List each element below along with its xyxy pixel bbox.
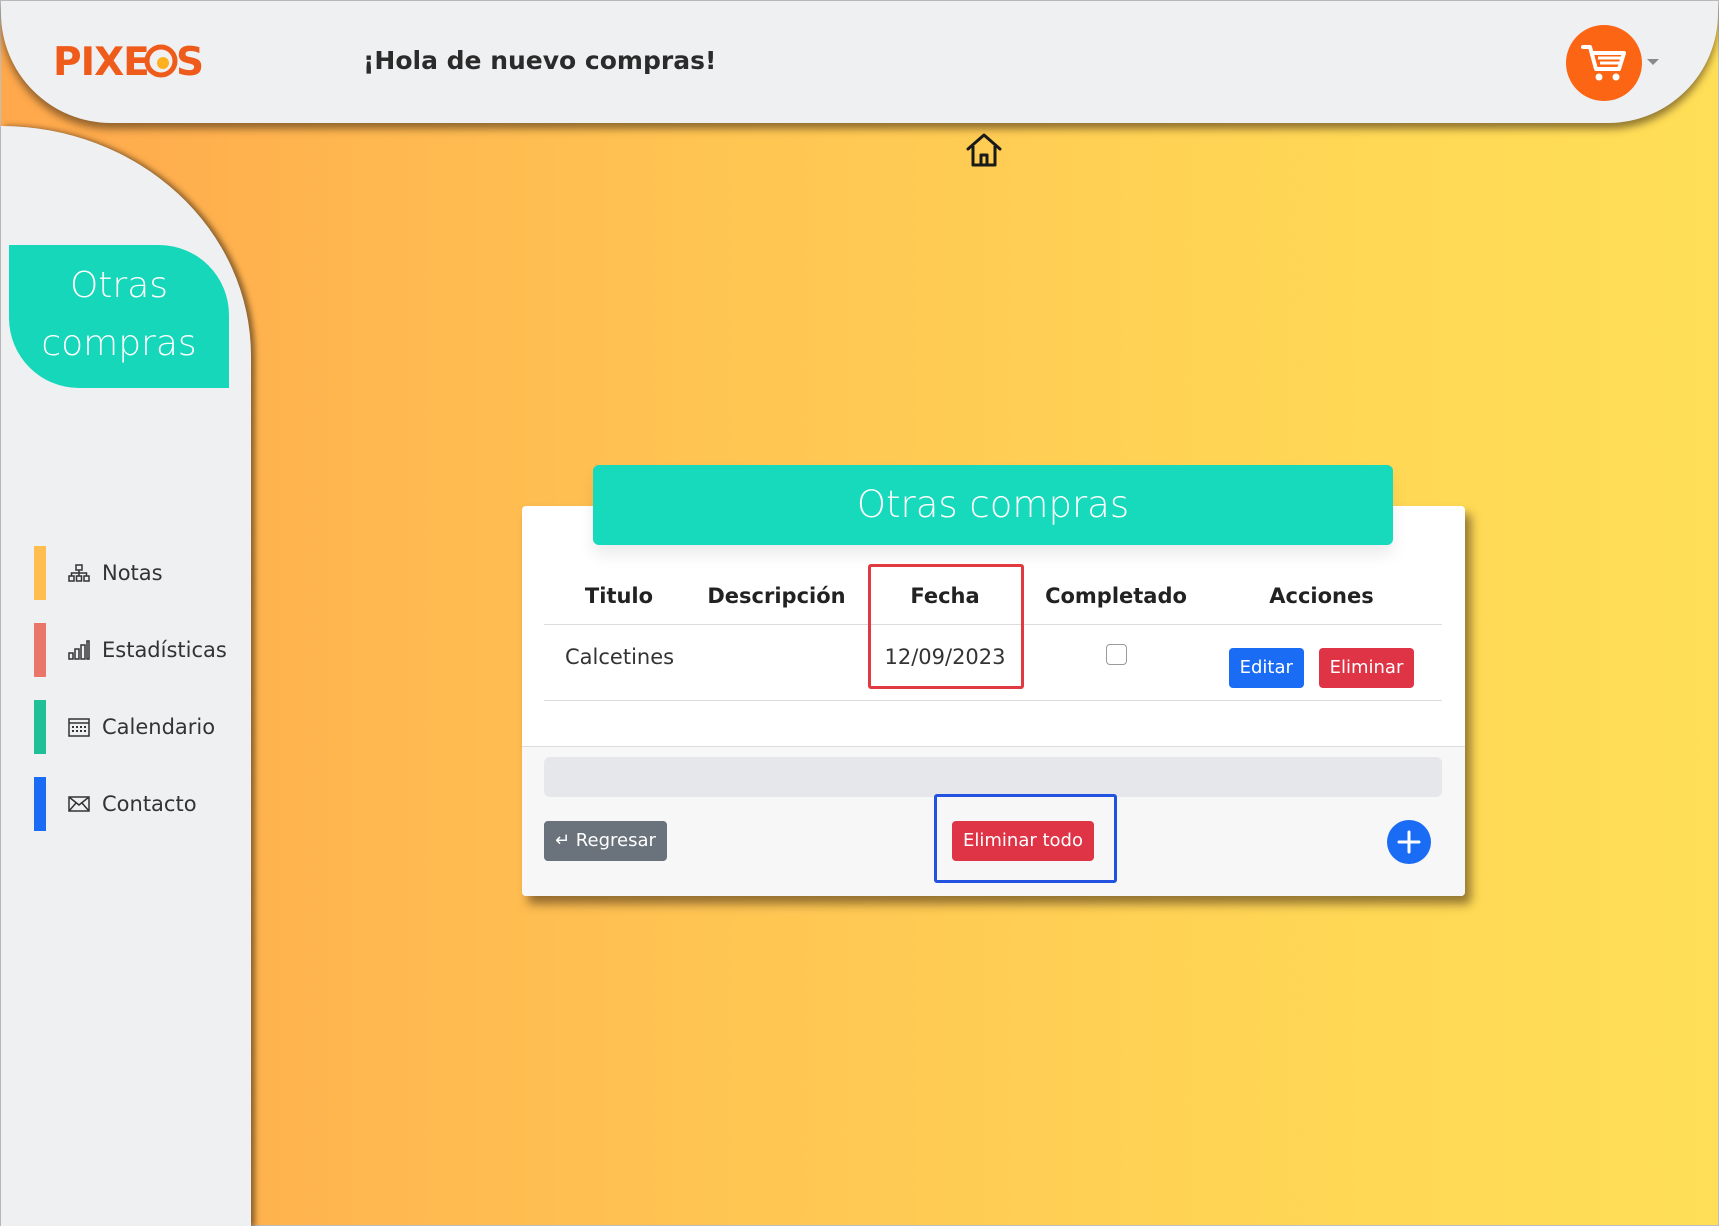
sidebar-title: Otras compras bbox=[9, 245, 229, 388]
completed-checkbox[interactable] bbox=[1105, 644, 1127, 665]
cell-acciones: Editar Eliminar bbox=[1201, 624, 1442, 701]
cell-titulo: Calcetines bbox=[544, 624, 694, 701]
nav-color-bar bbox=[34, 700, 46, 754]
top-header: PIXE S ¡Hola de nuevo compras! bbox=[1, 1, 1718, 123]
cart-icon bbox=[1581, 45, 1626, 81]
calendar-icon bbox=[68, 716, 90, 738]
nav-color-bar bbox=[34, 777, 46, 831]
sitemap-icon bbox=[68, 562, 90, 584]
delete-button[interactable]: Eliminar bbox=[1318, 648, 1415, 688]
sidebar-item-calendario[interactable]: Calendario bbox=[34, 700, 234, 754]
home-icon[interactable] bbox=[964, 131, 1004, 173]
sidebar-item-label: Notas bbox=[102, 561, 163, 585]
cell-descripcion bbox=[694, 624, 859, 701]
column-header-titulo: Titulo bbox=[544, 568, 694, 625]
column-header-descripcion: Descripción bbox=[694, 568, 859, 625]
sidebar-item-label: Contacto bbox=[102, 792, 197, 816]
edit-button[interactable]: Editar bbox=[1228, 648, 1304, 688]
sidebar-item-label: Estadísticas bbox=[102, 638, 227, 662]
sidebar-item-estadisticas[interactable]: Estadísticas bbox=[34, 623, 234, 677]
envelope-icon bbox=[68, 793, 90, 815]
footer-info-bar bbox=[544, 757, 1442, 797]
column-header-acciones: Acciones bbox=[1201, 568, 1442, 625]
add-button[interactable] bbox=[1387, 820, 1431, 864]
card-title: Otras compras bbox=[593, 465, 1393, 545]
bar-chart-icon bbox=[68, 639, 90, 661]
nav-color-bar bbox=[34, 546, 46, 600]
pixeos-logo[interactable]: PIXE S bbox=[53, 37, 208, 89]
chevron-down-icon[interactable] bbox=[1647, 59, 1659, 65]
cart-button[interactable] bbox=[1566, 25, 1642, 101]
sidebar-item-notas[interactable]: Notas bbox=[34, 546, 234, 600]
svg-text:PIXE: PIXE bbox=[53, 40, 149, 85]
highlight-box-fecha bbox=[868, 564, 1024, 689]
cell-completado bbox=[1031, 624, 1201, 701]
sidebar-item-label: Calendario bbox=[102, 715, 216, 739]
greeting-text: ¡Hola de nuevo compras! bbox=[363, 46, 717, 75]
svg-text:S: S bbox=[176, 40, 204, 85]
nav-color-bar bbox=[34, 623, 46, 677]
column-header-completado: Completado bbox=[1031, 568, 1201, 625]
highlight-box-delete-all bbox=[934, 794, 1117, 883]
plus-icon bbox=[1397, 830, 1421, 854]
back-button[interactable]: ↵ Regresar bbox=[544, 821, 667, 861]
sidebar-item-contacto[interactable]: Contacto bbox=[34, 777, 234, 831]
